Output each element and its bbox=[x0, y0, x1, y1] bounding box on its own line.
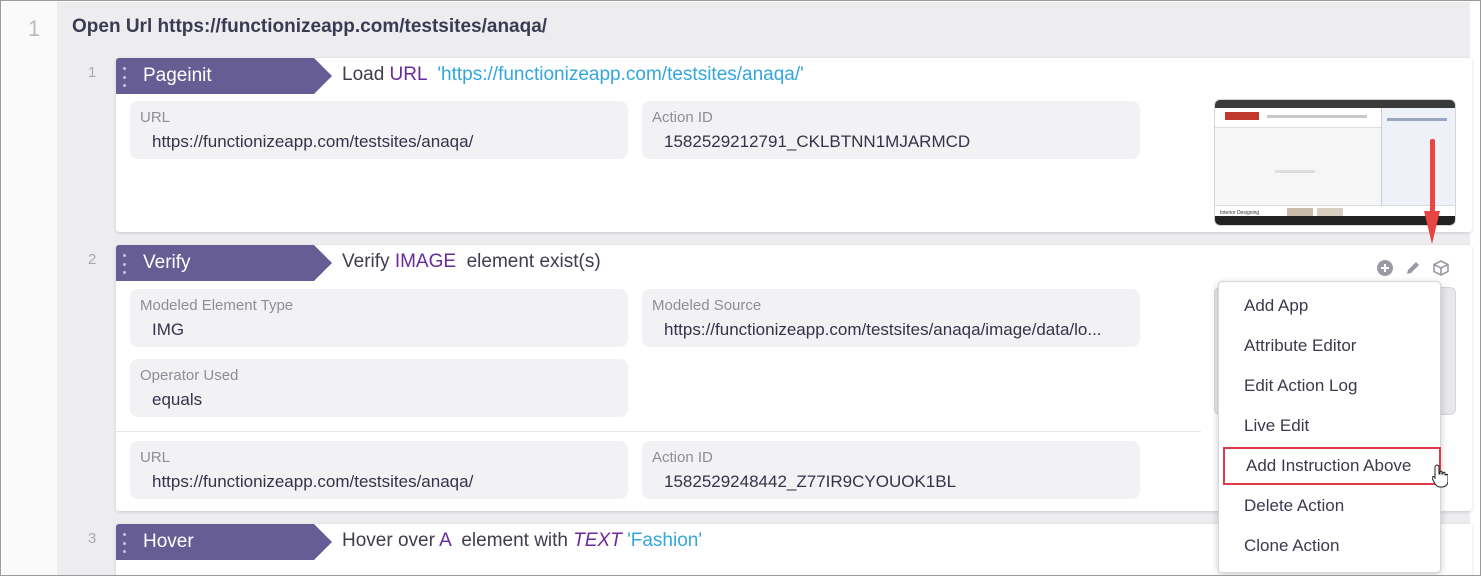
field-url: URL https://functionizeapp.com/testsites… bbox=[130, 441, 628, 499]
action-tag[interactable]: Hover bbox=[116, 524, 332, 560]
menu-item-add-app[interactable]: Add App bbox=[1219, 287, 1440, 325]
pencil-icon[interactable] bbox=[1404, 259, 1422, 277]
field-url: URL https://functionizeapp.com/testsites… bbox=[130, 101, 628, 159]
desc-text: Hover over bbox=[342, 530, 440, 551]
field-value: 1582529248442_Z77IR9CYOUOK1BL bbox=[664, 472, 957, 491]
field-action-id: Action ID 1582529212791_CKLBTNN1MJARMCD bbox=[642, 101, 1140, 159]
action-description: Verify IMAGE element exist(s) bbox=[342, 251, 601, 273]
action-tag-label: Hover bbox=[143, 531, 194, 552]
step-title[interactable]: Open Url https://functionizeapp.com/test… bbox=[72, 16, 547, 38]
field-modeled-source: Modeled Source https://functionizeapp.co… bbox=[642, 289, 1140, 347]
field-operator-used: Operator Used equals bbox=[130, 359, 628, 417]
step-number: 1 bbox=[28, 16, 41, 41]
field-value: IMG bbox=[152, 320, 185, 339]
menu-item-delete-action[interactable]: Delete Action bbox=[1219, 487, 1440, 525]
desc-text: Verify bbox=[342, 251, 395, 272]
desc-keyword: A bbox=[439, 530, 451, 551]
desc-text: element with bbox=[450, 530, 574, 551]
field-label: Action ID bbox=[652, 109, 713, 126]
field-label: Operator Used bbox=[140, 367, 239, 384]
field-action-id: Action ID 1582529248442_Z77IR9CYOUOK1BL bbox=[642, 441, 1140, 499]
desc-keyword: URL bbox=[389, 64, 427, 85]
divider bbox=[116, 431, 1201, 432]
field-value: https://functionizeapp.com/testsites/ana… bbox=[664, 320, 1102, 339]
action-description: Hover over A element with TEXT 'Fashion' bbox=[342, 530, 702, 552]
field-label: URL bbox=[140, 449, 171, 466]
thumbnail-logo bbox=[1225, 112, 1259, 120]
row-action-icons bbox=[1376, 259, 1450, 277]
context-menu: Add App Attribute Editor Edit Action Log… bbox=[1218, 281, 1441, 573]
action-card-pageinit[interactable]: Pageinit Load URL 'https://functionizeap… bbox=[116, 58, 1472, 232]
drag-handle-icon[interactable] bbox=[123, 67, 127, 87]
screenshot-frame: 1 Open Url https://functionizeapp.com/te… bbox=[0, 0, 1481, 576]
action-tag-label: Pageinit bbox=[143, 65, 212, 86]
action-description: Load URL 'https://functionizeapp.com/tes… bbox=[342, 64, 804, 86]
field-label: Modeled Source bbox=[652, 297, 762, 314]
drag-handle-icon[interactable] bbox=[123, 533, 127, 553]
desc-keyword: TEXT bbox=[573, 530, 622, 551]
field-value: https://functionizeapp.com/testsites/ana… bbox=[152, 132, 474, 151]
hand-cursor-icon bbox=[1432, 464, 1448, 488]
field-value: 1582529212791_CKLBTNN1MJARMCD bbox=[664, 132, 971, 151]
action-tag[interactable]: Verify bbox=[116, 245, 332, 281]
menu-item-attribute-editor[interactable]: Attribute Editor bbox=[1219, 327, 1440, 365]
desc-text: element exist(s) bbox=[456, 251, 601, 272]
step-gutter: 1 bbox=[2, 2, 58, 575]
row-number: 3 bbox=[88, 530, 97, 547]
row-number: 1 bbox=[88, 64, 97, 81]
field-modeled-element-type: Modeled Element Type IMG bbox=[130, 289, 628, 347]
row-number: 2 bbox=[88, 251, 97, 268]
field-label: URL bbox=[140, 109, 171, 126]
field-label: Action ID bbox=[652, 449, 713, 466]
field-value: https://functionizeapp.com/testsites/ana… bbox=[152, 472, 474, 491]
action-tag[interactable]: Pageinit bbox=[116, 58, 332, 94]
menu-item-clone-action[interactable]: Clone Action bbox=[1219, 527, 1440, 565]
cube-icon[interactable] bbox=[1432, 259, 1450, 277]
action-tag-label: Verify bbox=[143, 252, 191, 273]
desc-string: 'https://functionizeapp.com/testsites/an… bbox=[437, 64, 804, 85]
desc-keyword: IMAGE bbox=[394, 251, 457, 272]
menu-item-add-instruction-above[interactable]: Add Instruction Above bbox=[1223, 447, 1441, 485]
menu-item-edit-action-log[interactable]: Edit Action Log bbox=[1219, 367, 1440, 405]
field-label: Modeled Element Type bbox=[140, 297, 294, 314]
desc-text: Load bbox=[342, 64, 390, 85]
page-screenshot-thumbnail[interactable]: Interior Designing bbox=[1214, 99, 1456, 226]
field-value: equals bbox=[152, 390, 203, 409]
desc-string: 'Fashion' bbox=[627, 530, 702, 551]
annotation-arrow-icon bbox=[1424, 139, 1440, 244]
menu-item-live-edit[interactable]: Live Edit bbox=[1219, 407, 1440, 445]
plus-circle-icon[interactable] bbox=[1376, 259, 1394, 277]
desc-space bbox=[427, 64, 438, 85]
drag-handle-icon[interactable] bbox=[123, 254, 127, 274]
